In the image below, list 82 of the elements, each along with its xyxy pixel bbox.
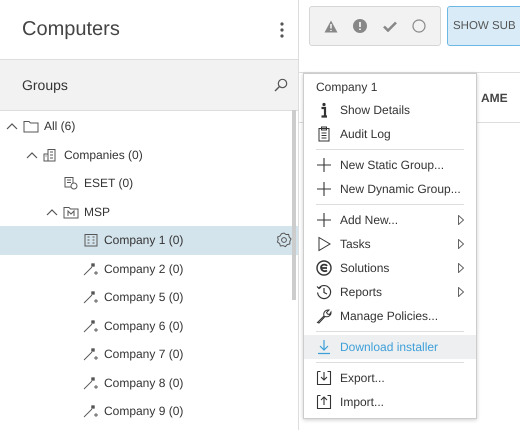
plus-icon [316,212,332,228]
tree-item[interactable]: All (6) [0,112,298,140]
plus-icon [316,157,332,173]
download-icon [316,339,332,355]
menu-item-label: Add New... [340,213,400,227]
export-icon [316,370,332,386]
wand-icon [83,347,99,362]
menu-item[interactable]: Manage Policies... [304,304,476,328]
tree-item-label: MSP [84,204,110,219]
scrollbar-thumb[interactable] [292,110,296,300]
menu-item-label: Solutions [340,261,390,275]
tree-item[interactable]: Company 2 (0) [0,254,298,283]
chevron-icon[interactable] [46,208,58,216]
plus-icon [316,181,332,197]
check-icon[interactable] [382,20,397,32]
tree-item[interactable]: Company 1 (0) [0,226,298,254]
import-icon [316,394,332,410]
building-icon [63,176,79,190]
wrench-icon [316,308,332,324]
clipboard-icon [316,126,332,142]
error-icon[interactable] [353,19,368,33]
e-logo-icon [316,260,332,276]
circle-icon[interactable] [412,19,426,33]
menu-item[interactable]: Audit Log [304,122,476,146]
menu-item[interactable]: Add New... [304,208,476,232]
wand-icon [83,262,99,276]
menu-item-label: Download installer [340,340,440,354]
tree-item-label: Company 1 (0) [104,233,184,248]
play-icon [316,236,332,252]
tree-item[interactable]: Company 8 (0) [0,368,298,397]
menu-item-label: Tasks [340,237,372,251]
menu-item-label: Audit Log [340,127,392,141]
menu-item-label: Export... [340,371,386,385]
menu-item[interactable]: Reports [304,280,476,304]
chevron-icon[interactable] [26,150,38,159]
menu-title: Company 1 [315,79,378,96]
panel-title: Computers [22,18,120,41]
show-subgroups-button[interactable]: SHOW SUB [447,6,520,46]
menu-item[interactable]: Solutions [304,256,476,280]
menu-item-label: Import... [340,395,386,409]
menu-item[interactable]: New Static Group... [304,153,476,177]
wand-icon [83,318,99,333]
settings-icon[interactable] [276,232,292,248]
building-icon [83,233,99,248]
tree-item-label: ESET (0) [84,176,134,190]
wand-icon [83,404,99,418]
tree-item-label: Company 9 (0) [104,404,184,418]
menu-item[interactable]: Tasks [304,232,476,256]
menu-item-label: Manage Policies... [340,309,440,323]
menu-item-label: Show Details [340,103,412,117]
menu-item[interactable]: Export... [304,366,476,390]
folder-icon [23,119,39,134]
tree-item[interactable]: Companies (0) [0,140,298,169]
chevron-icon[interactable] [6,122,18,130]
wand-icon [83,376,99,390]
tree-item-label: Companies (0) [64,148,143,162]
groups-label: Groups [22,77,68,93]
menu-item[interactable]: Show Details [304,98,476,122]
menu-item[interactable]: Import... [304,390,476,414]
tree-item[interactable]: Company 7 (0) [0,340,298,368]
tree-item[interactable]: ESET (0) [0,169,298,198]
wand-icon [83,290,99,304]
menu-item[interactable]: New Dynamic Group... [304,177,476,201]
tree-item[interactable]: Company 6 (0) [0,312,298,340]
menu-item-label: New Static Group... [340,158,446,172]
tree-item-label: Company 5 (0) [104,290,184,304]
tree-item-label: Company 7 (0) [104,347,184,362]
tree-item[interactable]: Company 9 (0) [0,397,298,426]
tree-item[interactable]: Company 5 (0) [0,283,298,312]
folder-icon [63,204,79,219]
warning-icon[interactable] [324,20,338,32]
history-icon [316,284,332,300]
tree-item-label: Company 8 (0) [104,376,184,390]
menu-item-label: New Dynamic Group... [340,182,462,196]
column-header[interactable]: AME [481,90,508,104]
tree-item[interactable]: MSP [0,198,298,226]
tree-item-label: Company 6 (0) [104,318,184,333]
search-icon[interactable] [274,78,288,92]
tree-item-label: Company 2 (0) [104,262,184,276]
tree-item-label: All (6) [44,119,76,134]
menu-item-label: Reports [340,285,384,299]
more-icon[interactable] [280,22,284,38]
